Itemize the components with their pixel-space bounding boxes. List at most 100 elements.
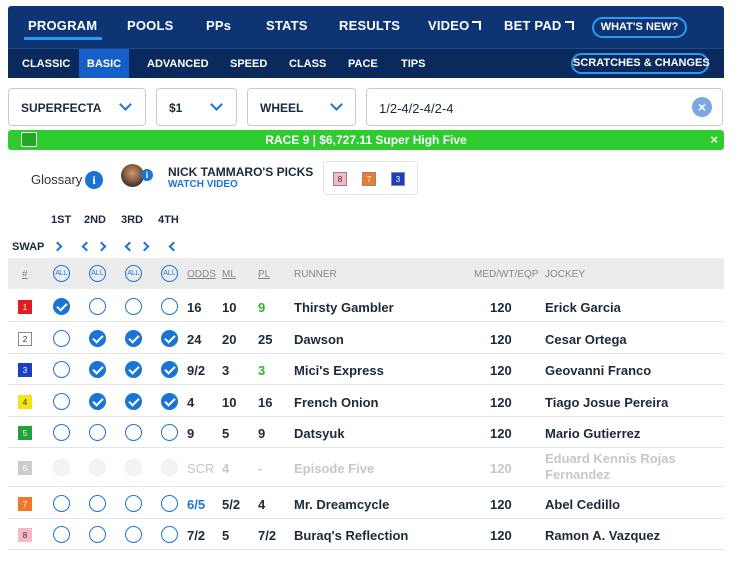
- saddle-number: 2: [18, 332, 32, 346]
- jockey-name: Tiago Josue Pereira: [545, 395, 669, 410]
- pick-saddle: 8: [333, 172, 347, 186]
- pick-checkbox[interactable]: [161, 330, 178, 347]
- pick-checkbox[interactable]: [89, 393, 106, 410]
- pick-checkbox[interactable]: [161, 424, 178, 441]
- chevron-left-icon[interactable]: [81, 241, 92, 252]
- pick-checkbox[interactable]: [89, 361, 106, 378]
- pick-checkbox[interactable]: [125, 361, 142, 378]
- tab-basic[interactable]: BASIC: [79, 49, 129, 78]
- pick-checkbox[interactable]: [53, 393, 70, 410]
- header-ml[interactable]: ML: [222, 269, 236, 280]
- table-row: 4 4 10 16 French Onion 120 Tiago Josue Pereira: [8, 385, 724, 417]
- clear-icon[interactable]: ×: [692, 97, 712, 117]
- nav-pools[interactable]: POOLS: [127, 18, 174, 33]
- pick-checkbox[interactable]: [53, 495, 70, 512]
- nav-video[interactable]: VIDEO: [428, 18, 482, 33]
- chevron-right-icon[interactable]: [96, 241, 107, 252]
- position-2nd: 2ND: [84, 214, 107, 226]
- odds-value: SCR: [187, 461, 215, 476]
- pick-checkbox[interactable]: [89, 424, 106, 441]
- pick-checkbox[interactable]: [53, 330, 70, 347]
- pick-checkbox[interactable]: [125, 393, 142, 410]
- pick-checkbox[interactable]: [161, 393, 178, 410]
- header-odds[interactable]: ODDS: [187, 269, 216, 280]
- pick-checkbox[interactable]: [161, 526, 178, 543]
- scratches-button[interactable]: SCRATCHES & CHANGES: [571, 53, 710, 74]
- select-all-3rd[interactable]: ALL: [125, 265, 142, 282]
- chevron-right-icon[interactable]: [139, 241, 150, 252]
- select-all-4th[interactable]: ALL: [161, 265, 178, 282]
- nav-program[interactable]: PROGRAM: [28, 18, 97, 33]
- pick-checkbox[interactable]: [53, 361, 70, 378]
- pick-checkbox[interactable]: [161, 361, 178, 378]
- info-icon[interactable]: i: [141, 169, 153, 181]
- pick-checkbox[interactable]: [89, 495, 106, 512]
- runner-name[interactable]: Episode Five: [294, 461, 374, 476]
- header-pl[interactable]: PL: [258, 269, 270, 280]
- selection-input[interactable]: 1/2-4/2-4/2-4 ×: [366, 88, 723, 126]
- nav-pps[interactable]: PPs: [206, 18, 231, 33]
- selection-value: 1/2-4/2-4/2-4: [379, 101, 454, 116]
- tab-advanced[interactable]: ADVANCED: [147, 58, 209, 70]
- pick-checkbox[interactable]: [53, 424, 70, 441]
- bet-amount-select[interactable]: $1: [156, 88, 237, 126]
- bet-modifier-select[interactable]: WHEEL: [247, 88, 356, 126]
- pick-checkbox[interactable]: [89, 330, 106, 347]
- close-icon[interactable]: ×: [710, 132, 718, 147]
- tab-tips[interactable]: TIPS: [401, 58, 425, 70]
- race-banner: RACE 9 | $6,727.11 Super High Five ×: [8, 130, 724, 150]
- pick-checkbox[interactable]: [125, 495, 142, 512]
- pick-checkbox[interactable]: [53, 526, 70, 543]
- nav-stats[interactable]: STATS: [266, 18, 308, 33]
- chevron-down-icon: [210, 98, 223, 111]
- pick-checkbox[interactable]: [89, 298, 106, 315]
- runner-name[interactable]: Dawson: [294, 332, 344, 347]
- glossary-label[interactable]: Glossary: [31, 172, 82, 187]
- pick-checkbox[interactable]: [125, 298, 142, 315]
- pick-checkbox[interactable]: [125, 526, 142, 543]
- runner-name[interactable]: French Onion: [294, 395, 379, 410]
- runner-name[interactable]: Mr. Dreamcycle: [294, 497, 389, 512]
- header-num[interactable]: #: [22, 269, 28, 280]
- jockey-name: Eduard Kennis Rojas Fernandez: [545, 451, 676, 482]
- bet-type-select[interactable]: SUPERFECTA: [8, 88, 146, 126]
- pick-checkbox[interactable]: [125, 424, 142, 441]
- nav-bet-pad[interactable]: BET PAD: [504, 18, 574, 33]
- whats-new-button[interactable]: WHAT'S NEW?: [592, 17, 687, 38]
- weight-value: 120: [490, 461, 512, 476]
- pick-checkbox[interactable]: [53, 298, 70, 315]
- jockey-name: Geovanni Franco: [545, 363, 652, 378]
- odds-value: 9: [187, 426, 195, 441]
- tab-pace[interactable]: PACE: [348, 58, 378, 70]
- picks-box: 8 7 3: [323, 161, 418, 195]
- select-all-2nd[interactable]: ALL: [89, 265, 106, 282]
- pick-checkbox[interactable]: [89, 526, 106, 543]
- pick-checkbox[interactable]: [161, 495, 178, 512]
- chevron-right-icon[interactable]: [52, 241, 63, 252]
- runner-name[interactable]: Thirsty Gambler: [294, 300, 394, 315]
- runner-name[interactable]: Buraq's Reflection: [294, 528, 408, 543]
- tab-class[interactable]: CLASS: [289, 58, 326, 70]
- tab-classic[interactable]: CLASSIC: [22, 58, 70, 70]
- odds-value: 4: [187, 395, 195, 410]
- nav-results[interactable]: RESULTS: [339, 18, 400, 33]
- pl-value: 25: [258, 332, 273, 347]
- chevron-left-icon[interactable]: [168, 241, 179, 252]
- nav-bet-pad-label: BET PAD: [504, 18, 562, 33]
- watch-video-link[interactable]: WATCH VIDEO: [168, 179, 238, 190]
- pl-value: 9: [258, 426, 266, 441]
- pick-checkbox[interactable]: [125, 330, 142, 347]
- pl-value: 7/2: [258, 528, 277, 543]
- runner-name[interactable]: Datsyuk: [294, 426, 345, 441]
- select-all-1st[interactable]: ALL: [53, 265, 70, 282]
- saddle-number: 6: [18, 461, 32, 475]
- banner-text: RACE 9 | $6,727.11 Super High Five: [265, 133, 467, 147]
- chevron-left-icon[interactable]: [124, 241, 135, 252]
- weight-value: 120: [490, 300, 512, 315]
- runner-name[interactable]: Mici's Express: [294, 363, 384, 378]
- weight-value: 120: [490, 363, 512, 378]
- pick-checkbox[interactable]: [161, 298, 178, 315]
- saddle-number: 4: [18, 395, 32, 409]
- info-icon[interactable]: i: [85, 171, 103, 189]
- tab-speed[interactable]: SPEED: [230, 58, 267, 70]
